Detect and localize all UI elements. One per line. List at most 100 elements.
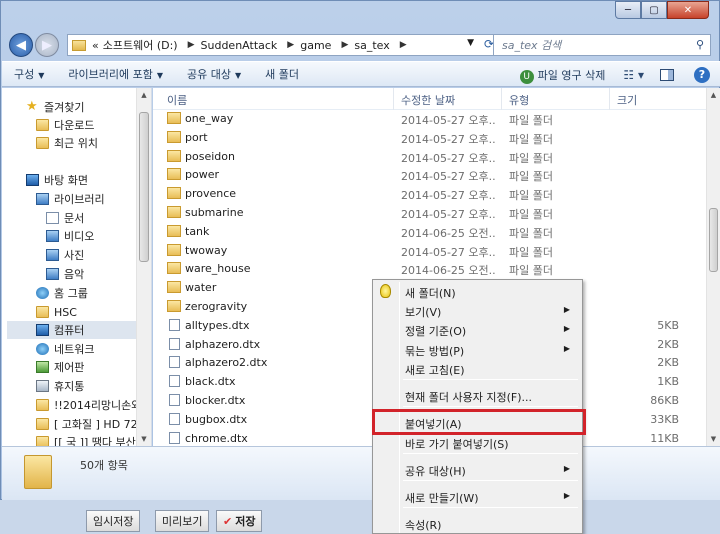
context-menu-item[interactable]: 새로 만들기(W) ▶ [375,487,580,507]
breadcrumb-suddenattack[interactable]: SuddenAttack [201,39,278,52]
close-button[interactable]: ✕ [667,1,709,19]
folder-row[interactable]: port 2014-05-27 오후... 파일 폴더 [153,128,693,147]
folder-row[interactable]: submarine 2014-05-27 오후... 파일 폴더 [153,203,693,222]
folder-row[interactable]: provence 2014-05-27 오후... 파일 폴더 [153,184,693,203]
sidebar-item[interactable]: HSC [2,303,77,321]
menu-item-label: 속성(R) [405,519,442,532]
sidebar-item[interactable]: 음악 [2,265,84,283]
context-menu-item[interactable]: 보기(V) ▶ [375,301,580,321]
context-menu: 새 폴더(N) 보기(V) ▶ 정렬 기준(O) ▶ 묶는 방법(P) ▶ 새로 고침(E) 현… [372,279,583,534]
context-menu-item[interactable]: 공유 대상(H) ▶ [375,460,580,480]
breadcrumb-game[interactable]: game [300,39,331,52]
preview-button[interactable]: 미리보기 [155,510,210,532]
forward-button[interactable]: ▶ [35,33,59,57]
column-date[interactable]: 수정한 날짜 [401,92,455,108]
folder-row[interactable]: one_way 2014-05-27 오후... 파일 폴더 [153,109,693,128]
temp-save-button[interactable]: 임시저장 [86,510,141,532]
share-button[interactable]: 공유 대상 ▼ [175,66,253,82]
chevron-right-icon[interactable]: ▶ [188,40,195,50]
address-bar[interactable]: « 소프트웨어 (D:) ▶ SuddenAttack ▶ game ▶ sa_… [67,34,499,56]
item-date: 2014-06-25 오전... [401,226,495,240]
column-divider[interactable] [393,88,394,110]
search-placeholder: sa_tex 검색 [502,39,562,52]
scroll-down-icon[interactable]: ▼ [137,432,151,446]
lib-icon [46,268,59,280]
file-list-scrollbar[interactable]: ▲ ▼ [706,88,720,446]
save-button[interactable]: ✔ 저장 [216,510,263,532]
chevron-right-icon[interactable]: ▶ [287,40,294,50]
menu-item-label: 바로 가기 붙여넣기(S) [405,438,509,451]
sidebar-item[interactable]: 최근 위치 [2,134,98,152]
sidebar-item-label: 다운로드 [54,119,95,132]
context-menu-item[interactable]: 속성(R) [375,514,580,533]
scroll-down-icon[interactable]: ▼ [707,432,720,446]
chevron-down-icon[interactable]: ▼ [467,38,474,48]
include-library-button[interactable]: 라이브러리에 포함 ▼ [56,66,175,82]
search-icon[interactable]: ⚲ [696,38,704,51]
context-menu-item[interactable]: 바로 가기 붙여넣기(S) [375,433,580,453]
paste-highlight-box [372,409,586,435]
help-icon[interactable]: ? [694,67,710,83]
folder-row[interactable]: tank 2014-06-25 오전... 파일 폴더 [153,222,693,241]
sidebar-item-label: 제어판 [54,361,85,374]
sidebar-item[interactable]: 사진 [2,246,84,264]
breadcrumb-drive[interactable]: 소프트웨어 (D:) [103,37,178,53]
folder-row[interactable]: power 2014-05-27 오후... 파일 폴더 [153,165,693,184]
sidebar-item[interactable]: 휴지통 [2,377,84,395]
scroll-up-icon[interactable]: ▲ [137,88,151,102]
sidebar-item[interactable]: [[ 국 ]] 땡다 부산 [2,433,136,446]
item-name: alphazero.dtx [185,337,261,351]
search-input[interactable]: sa_tex 검색 ⚲ [493,34,711,56]
column-divider[interactable] [609,88,610,110]
perm-delete-button[interactable]: U 파일 영구 삭제 [508,67,618,84]
save-label: 저장 [235,515,256,528]
column-name[interactable]: 이름 [167,92,187,108]
chevron-right-icon[interactable]: ▶ [341,40,348,50]
sidebar-item-label: 라이브러리 [54,193,105,206]
sidebar-item[interactable]: 바탕 화면 [2,171,88,189]
folder-row[interactable]: ware_house 2014-06-25 오전... 파일 폴더 [153,259,693,278]
item-name: chrome.dtx [185,431,248,445]
view-options-icon[interactable]: ☷ ▾ [623,68,644,82]
maximize-button[interactable]: ▢ [641,1,667,19]
sidebar-item[interactable]: 비디오 [2,227,94,245]
folder-icon [167,243,181,256]
sidebar-item[interactable]: [ 고화질 ] HD 72 [2,415,138,433]
sidebar-item[interactable]: 컴퓨터 [7,321,138,339]
organize-button[interactable]: 구성 ▼ [2,66,56,82]
minimize-button[interactable]: ─ [615,1,641,19]
column-type[interactable]: 유형 [509,92,529,108]
item-size: 2KB [657,356,679,370]
menu-item-label: 공유 대상(H) [405,465,466,478]
sidebar-item[interactable]: 네트워크 [2,340,94,358]
context-menu-item[interactable]: 정렬 기준(O) ▶ [375,320,580,340]
sidebar-item[interactable]: 제어판 [2,358,84,376]
breadcrumb-overflow[interactable]: « [92,39,99,52]
pc-icon [36,324,49,336]
breadcrumb-sa-tex[interactable]: sa_tex [354,39,389,52]
folder-row[interactable]: twoway 2014-05-27 오후... 파일 폴더 [153,241,693,260]
sidebar-item[interactable]: !!2014리망니손와 [2,396,141,414]
scroll-thumb[interactable] [709,208,718,272]
sidebar-item[interactable]: 라이브러리 [2,190,105,208]
menu-separator [403,453,578,454]
column-divider[interactable] [501,88,502,110]
context-menu-item[interactable]: 새로 고침(E) [375,359,580,379]
context-menu-item[interactable]: 묶는 방법(P) ▶ [375,340,580,360]
scroll-up-icon[interactable]: ▲ [707,88,720,102]
new-folder-button[interactable]: 새 폴더 [253,66,311,82]
sidebar-item[interactable]: ★ 즐겨찾기 [2,98,84,116]
sidebar-item[interactable]: 다운로드 [2,116,94,134]
back-button[interactable]: ◀ [9,33,33,57]
scroll-thumb[interactable] [139,112,149,262]
folder-row[interactable]: poseidon 2014-05-27 오후... 파일 폴더 [153,147,693,166]
navigation-scrollbar[interactable]: ▲ ▼ [136,88,151,446]
context-menu-item[interactable]: 새 폴더(N) [375,282,580,302]
preview-pane-icon[interactable] [660,69,674,81]
column-size[interactable]: 크기 [617,92,637,108]
sidebar-item[interactable]: 문서 [2,209,84,227]
context-menu-item[interactable]: 현재 폴더 사용자 지정(F)... [375,386,580,406]
sidebar-item[interactable]: 홈 그룹 [2,284,88,302]
chevron-right-icon[interactable]: ▶ [400,40,407,50]
item-date: 2014-05-27 오후... [401,245,495,259]
